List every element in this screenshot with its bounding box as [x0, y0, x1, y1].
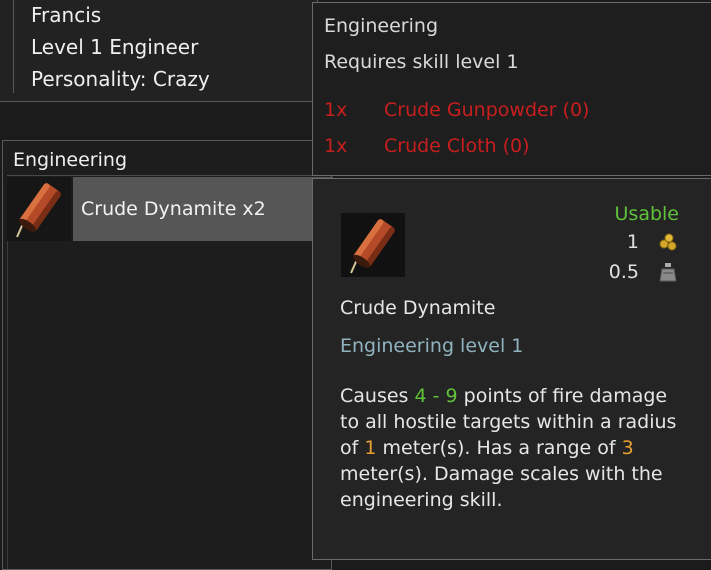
engineering-panel: Engineering Crude Dynamite x2: [2, 140, 333, 570]
item-description: Causes 4 - 9 points of fire damage to al…: [340, 383, 680, 513]
item-name: Crude Dynamite: [340, 297, 496, 319]
coins-icon: [657, 231, 679, 253]
recipe-row[interactable]: Crude Dynamite x2: [7, 177, 333, 241]
requirements-title: Engineering: [324, 15, 438, 37]
damage-range: 4 - 9: [414, 385, 458, 407]
range-value: 3: [621, 437, 634, 459]
item-tooltip: Usable 1 0.5 Crude Dynamite Engineering …: [312, 178, 711, 560]
dynamite-icon: [341, 213, 405, 277]
usable-status: Usable: [614, 203, 679, 225]
requirements-level: Requires skill level 1: [324, 51, 519, 73]
engineering-panel-title: Engineering: [13, 149, 127, 171]
recipe-label-box[interactable]: Crude Dynamite x2: [73, 177, 333, 241]
divider: [7, 175, 331, 176]
requirement-qty: 1x: [324, 99, 348, 121]
description-text: meter(s). Has a range of: [376, 437, 622, 459]
character-level: Level 1 Engineer: [31, 35, 199, 59]
requirement-name: Crude Cloth (0): [384, 135, 530, 157]
weight-icon: [657, 261, 679, 283]
recipe-label[interactable]: Crude Dynamite x2: [81, 198, 266, 220]
requirement-qty: 1x: [324, 135, 348, 157]
description-text: Causes: [340, 385, 415, 407]
weight-value: 0.5: [608, 261, 639, 283]
description-text: meter(s). Damage scales with the enginee…: [340, 463, 663, 511]
requirement-name: Crude Gunpowder (0): [384, 99, 590, 121]
stack-value: 1: [626, 231, 639, 253]
character-personality: Personality: Crazy: [31, 67, 210, 91]
dynamite-icon[interactable]: [7, 177, 71, 241]
item-requirement: Engineering level 1: [340, 335, 524, 357]
list-frame: [7, 241, 8, 569]
character-name: Francis: [31, 3, 102, 27]
character-panel: Francis Level 1 Engineer Personality: Cr…: [0, 0, 318, 102]
panel-edge: [0, 0, 14, 93]
radius-value: 1: [364, 437, 377, 459]
requirements-tooltip: Engineering Requires skill level 1 1x Cr…: [312, 2, 711, 176]
